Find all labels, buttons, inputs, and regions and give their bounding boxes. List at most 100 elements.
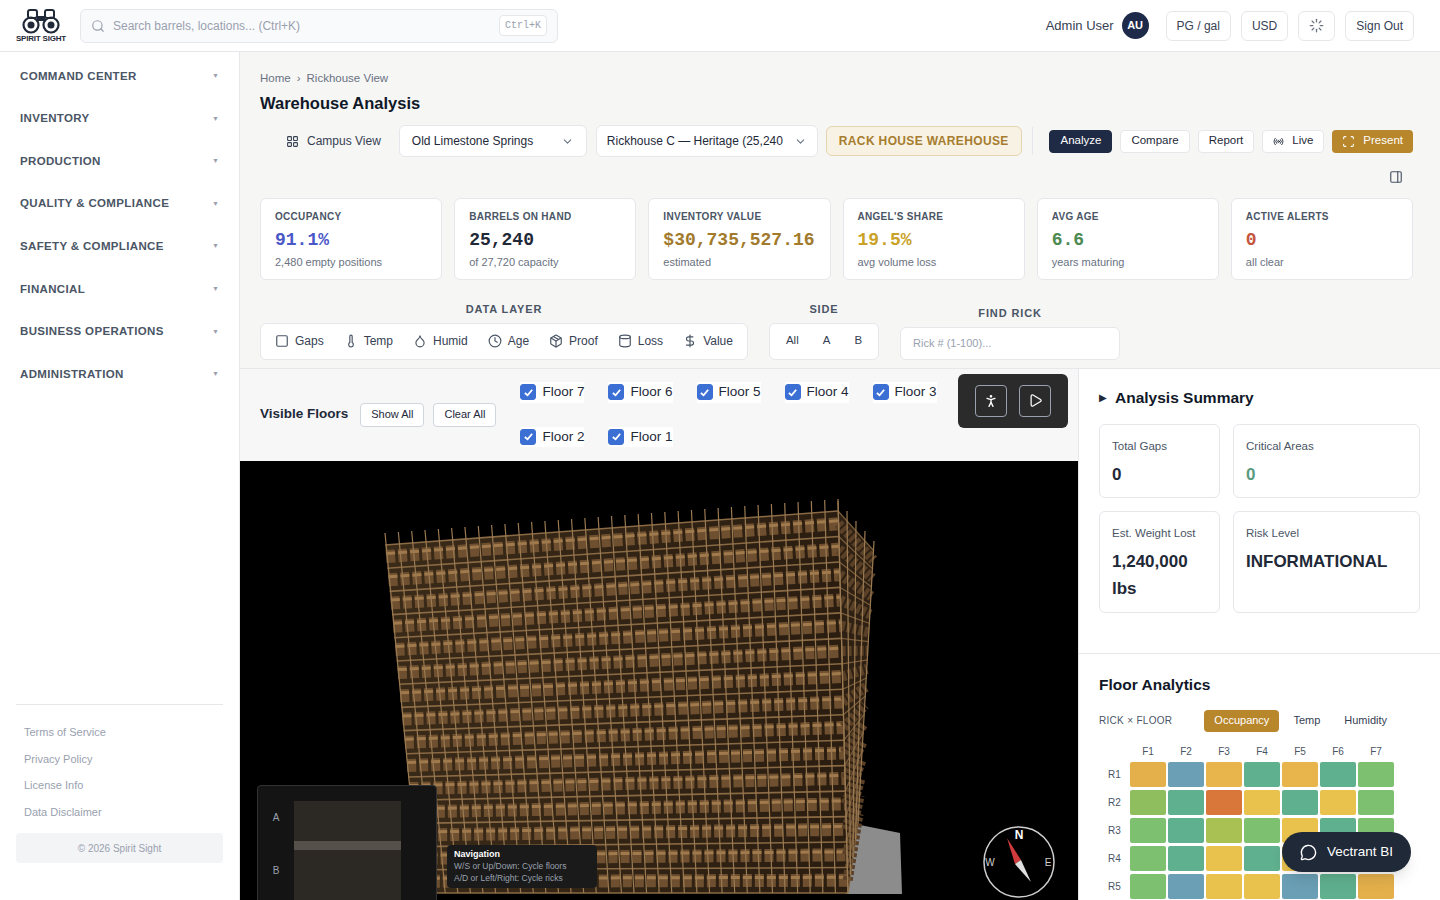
assistant-button[interactable]: Vectrant BI [1282,832,1411,872]
mode-button[interactable]: Report [1198,130,1255,153]
breadcrumb: Home›Rickhouse View [260,70,1413,88]
data-layer-button[interactable]: Age [478,327,539,355]
sidebar-item[interactable]: COMMAND CENTER▼ [0,55,239,98]
floor-checkbox[interactable]: Floor 2 [520,427,584,447]
floor-checkbox-grid: Floor 7 Floor 6 Floor 5 Floor 4 Floor 3 Floor… [520,382,936,447]
side-option[interactable]: B [842,327,874,355]
heatmap-cell[interactable] [1206,846,1242,871]
footer-link[interactable]: License Info [16,772,223,799]
floor-checkbox[interactable]: Floor 5 [697,382,761,402]
user-avatar[interactable]: AU [1122,12,1149,39]
heatmap-cell[interactable] [1358,790,1394,815]
heatmap-cell[interactable] [1206,874,1242,899]
analytics-tab[interactable]: Occupancy [1204,710,1279,732]
floor-checkbox[interactable]: Floor 4 [785,382,849,402]
heatmap-cell[interactable] [1130,846,1166,871]
show-all-button[interactable]: Show All [360,403,424,427]
house-select[interactable]: Rickhouse C — Heritage (25,240 [596,125,818,157]
summary-card-label: Est. Weight Lost [1112,525,1207,542]
heatmap-cell[interactable] [1130,874,1166,899]
kpi-value: 19.5% [858,228,1010,252]
walk-mode-button[interactable] [975,385,1007,417]
heatmap-cell[interactable] [1130,818,1166,843]
mode-button[interactable]: Analyze [1049,130,1112,153]
heatmap-cell[interactable] [1244,818,1280,843]
sidebar-item[interactable]: INVENTORY▼ [0,98,239,141]
axis-label: RICK × FLOOR [1099,713,1172,728]
copyright: © 2026 Spirit Sight [16,833,223,863]
heatmap-cell[interactable] [1168,790,1204,815]
sidebar-item[interactable]: FINANCIAL▼ [0,268,239,311]
side-option[interactable]: A [811,327,843,355]
3d-view[interactable]: ABNavigationW/S or Up/Down: Cycle floors… [240,461,1078,900]
floor-checkbox[interactable]: Floor 1 [608,427,672,447]
breadcrumb-item[interactable]: Rickhouse View [307,70,389,87]
footer-link[interactable]: Data Disclaimer [16,799,223,826]
heatmap-cell[interactable] [1130,762,1166,787]
search-field[interactable]: Search barrels, locations... (Ctrl+K)Ctr… [80,9,558,43]
side-option[interactable]: All [774,327,811,355]
sidebar-item[interactable]: BUSINESS OPERATIONS▼ [0,311,239,354]
data-layer-button[interactable]: Proof [539,327,608,355]
header-toggle-button[interactable]: PG / gal [1166,11,1231,41]
sign-out-button[interactable]: Sign Out [1345,11,1414,41]
minimap[interactable]: AB [257,785,437,900]
heatmap-cell[interactable] [1168,818,1204,843]
data-layer-button[interactable]: Humid [403,327,478,355]
panel-toggle-icon[interactable] [1389,170,1403,184]
sidebar-item[interactable]: SAFETY & COMPLIANCE▼ [0,225,239,268]
campus-view-button[interactable]: Campus View [286,132,381,150]
analytics-tab[interactable]: Temp [1283,710,1330,732]
floor-checkbox[interactable]: Floor 7 [520,382,584,402]
analytics-tab[interactable]: Humidity [1334,710,1397,732]
heatmap-cell[interactable] [1168,874,1204,899]
analysis-summary-header[interactable]: ▶Analysis Summary [1099,388,1420,408]
heatmap-cell[interactable] [1206,818,1242,843]
footer-link[interactable]: Terms of Service [16,719,223,746]
play-button[interactable] [1019,385,1051,417]
heatmap-cell[interactable] [1206,790,1242,815]
mode-button[interactable]: Live [1262,130,1324,153]
heatmap-cell[interactable] [1168,846,1204,871]
sidebar-item[interactable]: QUALITY & COMPLIANCE▼ [0,183,239,226]
clear-all-button[interactable]: Clear All [433,403,496,427]
checkbox-box [697,384,713,400]
sidebar-item-label: SAFETY & COMPLIANCE [20,238,164,255]
heatmap-cell[interactable] [1168,762,1204,787]
data-layer-button[interactable]: Value [673,327,743,355]
mode-button[interactable]: Compare [1120,130,1189,153]
present-button[interactable]: Present [1332,130,1413,153]
sidebar-item[interactable]: PRODUCTION▼ [0,140,239,183]
heatmap-cell[interactable] [1244,846,1280,871]
breadcrumb-item[interactable]: Home [260,70,291,87]
heatmap-cell[interactable] [1320,762,1356,787]
floor-checkbox[interactable]: Floor 3 [873,382,937,402]
heatmap-cell[interactable] [1320,874,1356,899]
heatmap-cell[interactable] [1206,762,1242,787]
loading-button[interactable] [1298,11,1335,41]
sidebar-item-caret: ▼ [212,114,219,125]
heatmap-cell[interactable] [1358,874,1394,899]
heatmap-cell[interactable] [1282,874,1318,899]
heatmap-cell[interactable] [1244,762,1280,787]
heatmap-cell[interactable] [1130,790,1166,815]
heatmap-cell[interactable] [1244,790,1280,815]
compass[interactable]: NWE [981,824,1057,900]
data-layer-button[interactable]: Temp [334,327,403,355]
find-rick-input[interactable]: Rick # (1-100)... [900,327,1120,360]
heatmap-cell[interactable] [1358,762,1394,787]
heatmap-cell[interactable] [1320,790,1356,815]
brand-logo[interactable]: SPIRIT SIGHT [18,8,64,44]
kpi-label: ACTIVE ALERTS [1246,209,1398,224]
heatmap-cell[interactable] [1282,762,1318,787]
header-toggle-button[interactable]: USD [1241,11,1288,41]
house-type-badge[interactable]: RACK HOUSE WAREHOUSE [826,126,1022,156]
footer-link[interactable]: Privacy Policy [16,746,223,773]
heatmap-cell[interactable] [1244,874,1280,899]
data-layer-button[interactable]: Gaps [265,327,334,355]
campus-select[interactable]: Old Limestone Springs [399,125,587,157]
sidebar-item[interactable]: ADMINISTRATION▼ [0,353,239,396]
data-layer-button[interactable]: Loss [608,327,673,355]
floor-checkbox[interactable]: Floor 6 [608,382,672,402]
heatmap-cell[interactable] [1282,790,1318,815]
